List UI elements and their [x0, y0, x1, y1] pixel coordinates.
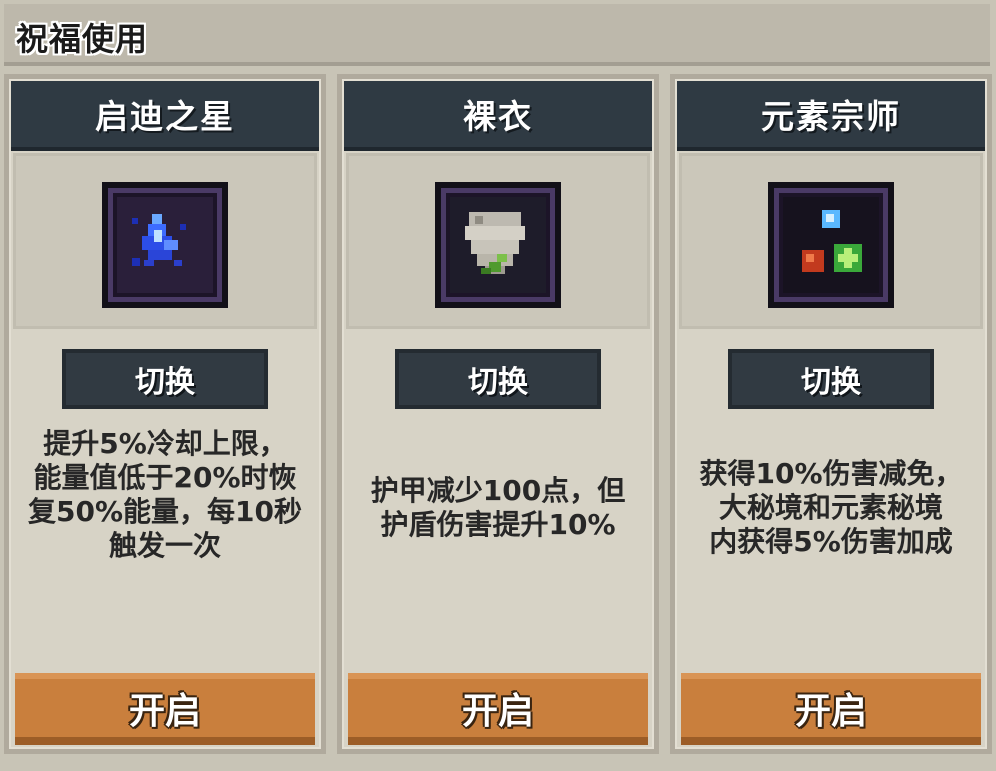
- open-label: 开启: [128, 691, 201, 732]
- switch-label: 切换: [801, 365, 861, 400]
- switch-button[interactable]: 切换: [728, 349, 934, 409]
- switch-button[interactable]: 切换: [395, 349, 601, 409]
- icon-panel: [13, 153, 317, 329]
- card-title: 启迪之星: [95, 97, 235, 136]
- blessing-card-1: 启迪之星 切换 提升5%冷却上限， 能量值低于20%时恢 复50%能量，每10秒…: [4, 74, 326, 754]
- icon-panel: [346, 153, 650, 329]
- open-button[interactable]: 开启: [348, 673, 648, 745]
- open-button[interactable]: 开启: [15, 673, 315, 745]
- switch-label: 切换: [468, 365, 528, 400]
- open-label: 开启: [794, 691, 867, 732]
- card-title: 裸衣: [463, 97, 533, 136]
- blessing-card-3: 元素宗师 切换 获得10%伤害减免， 大秘境和元素秘境 内获得5%伤害加成 开启: [670, 74, 992, 754]
- blue-crystal-star-icon: [102, 182, 228, 308]
- card-description: 提升5%冷却上限， 能量值低于20%时恢 复50%能量，每10秒 触发一次: [28, 427, 302, 562]
- switch-label: 切换: [135, 365, 195, 400]
- panel-title: 祝福使用: [16, 20, 149, 58]
- open-label: 开启: [461, 691, 534, 732]
- card-title: 元素宗师: [761, 97, 901, 136]
- blessing-panel: 祝福使用 启迪之星 切换 提升5%冷却上限， 能量值低于20%时恢 复50%能量…: [0, 0, 996, 771]
- card-header: 启迪之星: [11, 81, 319, 151]
- card-description: 护甲减少100点，但 护盾伤害提升10%: [370, 474, 626, 541]
- blessing-card-2: 裸衣 切换 护甲减少100点，但 护盾伤害提升10% 开启: [337, 74, 659, 754]
- switch-button[interactable]: 切换: [62, 349, 268, 409]
- title-bar: 祝福使用: [4, 4, 990, 66]
- torn-cloth-icon: [435, 182, 561, 308]
- card-header: 裸衣: [344, 81, 652, 151]
- elemental-orbs-icon: [768, 182, 894, 308]
- card-description: 获得10%伤害减免， 大秘境和元素秘境 内获得5%伤害加成: [699, 457, 963, 558]
- open-button[interactable]: 开启: [681, 673, 981, 745]
- icon-panel: [679, 153, 983, 329]
- card-header: 元素宗师: [677, 81, 985, 151]
